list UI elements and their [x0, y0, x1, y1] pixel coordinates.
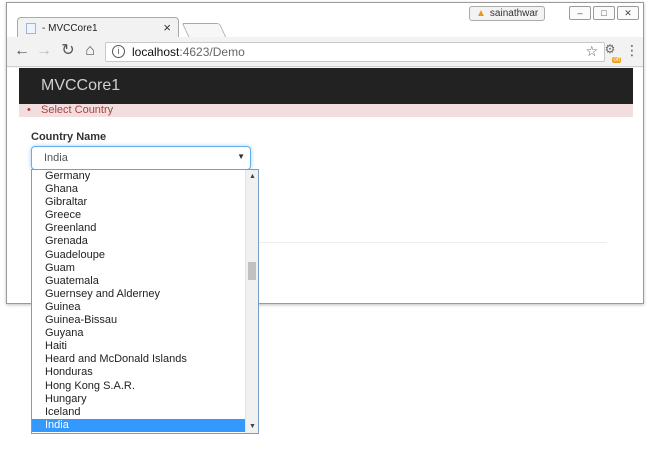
dropdown-option[interactable]: Guatemala [32, 275, 246, 288]
country-select[interactable]: India ▼ [31, 146, 251, 170]
minimize-button[interactable]: – [569, 6, 591, 20]
warning-icon: ▲ [476, 8, 486, 19]
scroll-down-icon[interactable]: ▼ [246, 420, 258, 433]
country-dropdown-list[interactable]: Germany Ghana Gibraltar Greece Greenland Gren… [31, 169, 259, 434]
home-icon[interactable]: ⌂ [81, 41, 99, 61]
scroll-up-icon[interactable]: ▲ [246, 170, 258, 183]
address-bar[interactable]: i localhost:4623/Demo ☆ [105, 42, 605, 62]
dropdown-option[interactable]: India [32, 418, 246, 432]
close-tab-icon[interactable]: × [163, 20, 171, 35]
dropdown-option[interactable]: Hong Kong S.A.R. [32, 380, 246, 393]
menu-dots-icon[interactable]: ⋮ [625, 42, 639, 59]
maximize-button[interactable]: □ [593, 6, 615, 20]
reload-icon[interactable]: ↻ [59, 41, 77, 61]
profile-name: sainathwar [489, 8, 539, 19]
dropdown-option[interactable]: Honduras [32, 366, 246, 379]
info-icon[interactable]: i [112, 45, 125, 58]
dropdown-option[interactable]: Guam [32, 262, 246, 275]
new-tab-button[interactable] [181, 23, 227, 37]
dropdown-option[interactable]: Gibraltar [32, 196, 246, 209]
validation-summary: Select Country [19, 104, 633, 117]
divider [251, 242, 607, 243]
dropdown-option[interactable]: Guinea [32, 301, 246, 314]
dropdown-option[interactable]: Greenland [32, 222, 246, 235]
dropdown-option[interactable]: Guyana [32, 327, 246, 340]
dropdown-option[interactable]: Guinea-Bissau [32, 314, 246, 327]
country-name-label: Country Name [31, 131, 107, 143]
selected-country: India [44, 152, 68, 164]
page-icon [26, 23, 36, 34]
forward-arrow-icon[interactable]: → [35, 41, 53, 61]
dropdown-option[interactable]: Ghana [32, 183, 246, 196]
window-controls: – □ ✕ [569, 6, 639, 20]
url-text: localhost:4623/Demo [132, 45, 245, 59]
navbar: MVCCore1 [19, 68, 633, 104]
extension-icon[interactable]: ⚙ off [601, 42, 621, 63]
back-arrow-icon[interactable]: ← [13, 41, 31, 61]
dropdown-scrollbar[interactable]: ▲ ▼ [245, 170, 258, 433]
dropdown-option[interactable]: Germany [32, 170, 246, 183]
tab-strip: - MVCCore1 × ▲ sainathwar – □ ✕ [7, 3, 643, 39]
browser-tab[interactable]: - MVCCore1 × [17, 17, 179, 39]
dropdown-option[interactable]: Hungary [32, 393, 246, 406]
brand-link[interactable]: MVCCore1 [41, 77, 120, 95]
dropdown-option[interactable]: Greece [32, 209, 246, 222]
dropdown-option[interactable]: Heard and McDonald Islands [32, 353, 246, 366]
browser-toolbar: ← → ↻ ⌂ i localhost:4623/Demo ☆ ⚙ off ⋮ [7, 37, 643, 67]
close-window-button[interactable]: ✕ [617, 6, 639, 20]
dropdown-options: Germany Ghana Gibraltar Greece Greenland Gren… [32, 170, 246, 432]
star-icon[interactable]: ☆ [585, 43, 598, 60]
tab-title: - MVCCore1 [42, 23, 98, 34]
dropdown-option[interactable]: Guernsey and Alderney [32, 288, 246, 301]
dropdown-option[interactable]: Grenada [32, 235, 246, 248]
dropdown-option[interactable]: Guadeloupe [32, 249, 246, 262]
dropdown-option[interactable]: Haiti [32, 340, 246, 353]
scroll-thumb[interactable] [248, 262, 256, 280]
dropdown-option[interactable]: Iceland [32, 406, 246, 419]
profile-button[interactable]: ▲ sainathwar [469, 6, 546, 21]
chevron-down-icon: ▼ [237, 152, 245, 161]
